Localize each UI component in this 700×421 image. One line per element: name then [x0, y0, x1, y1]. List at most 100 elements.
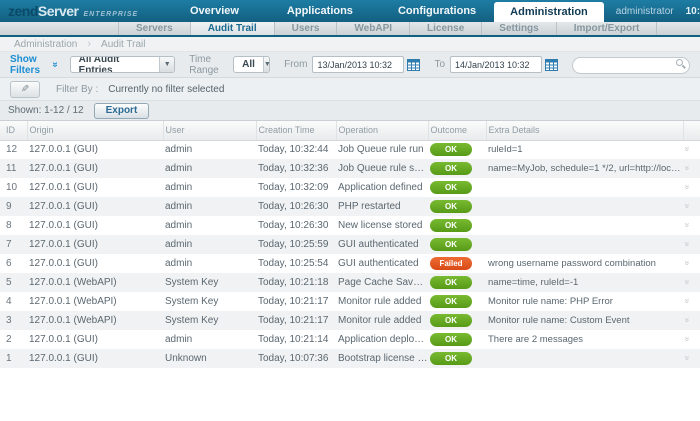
cell-user: admin	[163, 197, 256, 216]
col-header-user[interactable]: User	[163, 121, 256, 140]
cell-origin: 127.0.0.1 (WebAPI)	[27, 292, 163, 311]
cell-operation: Monitor rule added	[336, 311, 428, 330]
cell-expander: »	[683, 292, 700, 311]
outcome-badge: OK	[430, 143, 472, 156]
calendar-icon[interactable]	[545, 58, 558, 71]
cell-user: admin	[163, 330, 256, 349]
subnav-license[interactable]: License	[410, 22, 482, 35]
cell-id: 6	[0, 254, 27, 273]
filter-by-label: Filter By :	[56, 84, 98, 95]
expand-row-icon[interactable]: »	[683, 279, 693, 284]
col-header-origin[interactable]: Origin	[27, 121, 163, 140]
cell-details: Monitor rule name: PHP Error	[486, 292, 683, 311]
subnav-settings[interactable]: Settings	[482, 22, 556, 35]
breadcrumb-audit-trail: Audit Trail	[101, 39, 145, 50]
col-header-outcome[interactable]: Outcome	[428, 121, 486, 140]
cell-time: Today, 10:07:36	[256, 349, 336, 368]
expand-row-icon[interactable]: »	[683, 222, 693, 227]
chevron-down-double-icon: »	[49, 62, 60, 68]
expand-row-icon[interactable]: »	[683, 203, 693, 208]
outcome-badge: OK	[430, 162, 472, 175]
outcome-badge: OK	[430, 314, 472, 327]
col-header-extra-details[interactable]: Extra Details	[486, 121, 683, 140]
nav-configurations[interactable]: Configurations	[398, 5, 476, 17]
col-header-creation-time[interactable]: Creation Time	[256, 121, 336, 140]
subnav-audit-trail[interactable]: Audit Trail	[191, 22, 275, 35]
table-row: 1 127.0.0.1 (GUI) Unknown Today, 10:07:3…	[0, 349, 700, 368]
expand-row-icon[interactable]: »	[683, 184, 693, 189]
show-filters-link[interactable]: Show Filters »	[10, 54, 58, 76]
cell-expander: »	[683, 140, 700, 159]
expand-row-icon[interactable]: »	[683, 241, 693, 246]
calendar-icon[interactable]	[407, 58, 420, 71]
cell-origin: 127.0.0.1 (GUI)	[27, 330, 163, 349]
to-date-input[interactable]	[450, 56, 542, 73]
nav-applications[interactable]: Applications	[287, 5, 353, 17]
outcome-badge: OK	[430, 238, 472, 251]
cell-time: Today, 10:25:59	[256, 235, 336, 254]
cell-time: Today, 10:21:17	[256, 311, 336, 330]
search-box	[572, 55, 690, 74]
cell-outcome: OK	[428, 159, 486, 178]
edit-filter-button[interactable]: ✎	[10, 81, 40, 98]
zend-server-logo: zendServer ENTERPRISE	[8, 3, 160, 19]
cell-origin: 127.0.0.1 (GUI)	[27, 197, 163, 216]
cell-details	[486, 197, 683, 216]
col-header-operation[interactable]: Operation	[336, 121, 428, 140]
expand-row-icon[interactable]: »	[683, 260, 693, 265]
cell-outcome: OK	[428, 273, 486, 292]
cell-outcome: OK	[428, 178, 486, 197]
cell-expander: »	[683, 159, 700, 178]
col-header-id[interactable]: ID	[0, 121, 27, 140]
subnav-users[interactable]: Users	[275, 22, 338, 35]
expand-row-icon[interactable]: »	[683, 147, 693, 152]
table-row: 3 127.0.0.1 (WebAPI) System Key Today, 1…	[0, 311, 700, 330]
outcome-badge: OK	[430, 352, 472, 365]
audit-trail-table: ID Origin User Creation Time Operation O…	[0, 121, 700, 368]
cell-operation: New license stored	[336, 216, 428, 235]
cell-user: admin	[163, 159, 256, 178]
outcome-badge: Failed	[430, 257, 472, 270]
cell-origin: 127.0.0.1 (GUI)	[27, 349, 163, 368]
search-icon	[676, 59, 683, 66]
subnav-import-export[interactable]: Import/Export	[557, 22, 658, 35]
breadcrumb-administration[interactable]: Administration	[14, 39, 77, 50]
col-header-expander	[683, 121, 700, 140]
expand-row-icon[interactable]: »	[683, 165, 693, 170]
nav-overview[interactable]: Overview	[190, 5, 239, 17]
subnav-servers[interactable]: Servers	[118, 22, 191, 35]
table-row: 4 127.0.0.1 (WebAPI) System Key Today, 1…	[0, 292, 700, 311]
chevron-down-icon[interactable]: ▼	[263, 57, 270, 72]
expand-row-icon[interactable]: »	[683, 336, 693, 341]
search-input[interactable]	[572, 57, 690, 74]
cell-outcome: OK	[428, 140, 486, 159]
clock: 10:33	[686, 6, 700, 17]
cell-operation: GUI authenticated	[336, 235, 428, 254]
nav-administration-active-tab[interactable]: Administration	[494, 2, 604, 22]
subnav-webapi[interactable]: WebAPI	[337, 22, 410, 35]
audit-entries-dropdown-value: All Audit Entries	[71, 57, 160, 72]
time-range-dropdown[interactable]: All ▼	[233, 56, 270, 73]
to-label: To	[434, 59, 445, 70]
cell-origin: 127.0.0.1 (GUI)	[27, 178, 163, 197]
cell-time: Today, 10:32:09	[256, 178, 336, 197]
cell-id: 7	[0, 235, 27, 254]
cell-origin: 127.0.0.1 (GUI)	[27, 254, 163, 273]
cell-expander: »	[683, 349, 700, 368]
expand-row-icon[interactable]: »	[683, 355, 693, 360]
cell-expander: »	[683, 311, 700, 330]
from-date-input[interactable]	[312, 56, 404, 73]
cell-origin: 127.0.0.1 (GUI)	[27, 235, 163, 254]
cell-details: wrong username password combination	[486, 254, 683, 273]
cell-operation: GUI authenticated	[336, 254, 428, 273]
audit-entries-dropdown[interactable]: All Audit Entries ▼	[70, 56, 176, 73]
cell-operation: Job Queue rule saved	[336, 159, 428, 178]
export-button[interactable]: Export	[94, 103, 150, 119]
show-filters-label: Show Filters	[10, 54, 49, 76]
chevron-down-icon[interactable]: ▼	[159, 57, 174, 72]
expand-row-icon[interactable]: »	[683, 317, 693, 322]
filter-status-text: Currently no filter selected	[108, 84, 224, 95]
results-toolbar: Shown: 1-12 / 12 Export	[0, 100, 700, 121]
expand-row-icon[interactable]: »	[683, 298, 693, 303]
administration-subnav: Servers Audit Trail Users WebAPI License…	[0, 22, 700, 37]
